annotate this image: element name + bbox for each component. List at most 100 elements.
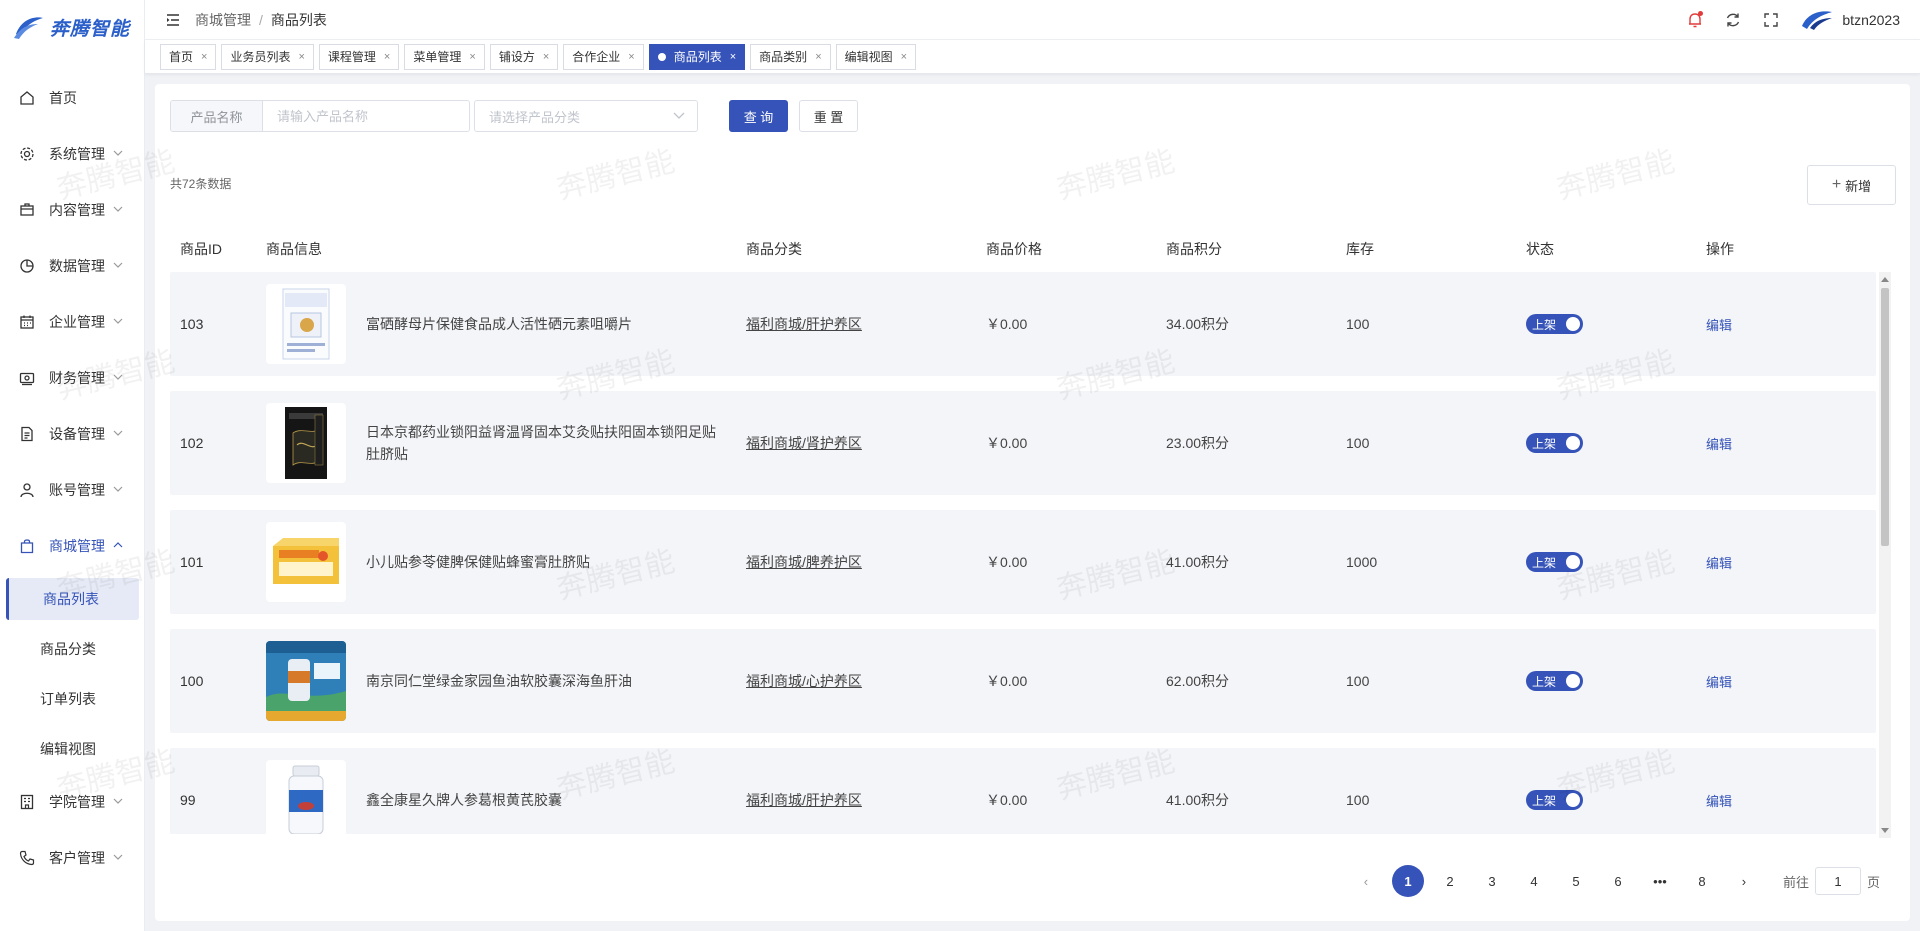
tag-label: 编辑视图 <box>844 50 893 64</box>
category-select-placeholder: 请选择产品分类 <box>489 109 581 125</box>
sidebar-subitem-product-category[interactable]: 商品分类 <box>0 624 145 674</box>
tag-partner-enterprise[interactable]: 合作企业 × <box>563 43 644 70</box>
tag-product-list[interactable]: 商品列表 × <box>648 43 746 70</box>
scroll-down-icon[interactable] <box>1881 828 1889 833</box>
tag-installer[interactable]: 铺设方 × <box>489 43 559 70</box>
page-jumper: 前往 页 <box>1783 867 1880 895</box>
product-category-link[interactable]: 福利商城/肝护养区 <box>746 314 862 334</box>
edit-link[interactable]: 编辑 <box>1706 553 1732 572</box>
close-icon[interactable]: × <box>815 51 821 63</box>
page-button[interactable]: 4 <box>1518 865 1550 897</box>
fullscreen-icon[interactable] <box>1762 11 1780 29</box>
sidebar-item-device[interactable]: 设备管理 <box>0 406 145 462</box>
product-category-link[interactable]: 福利商城/脾养护区 <box>746 552 862 572</box>
sidebar-item-enterprise[interactable]: 企业管理 <box>0 294 145 350</box>
scrollbar-thumb[interactable] <box>1881 288 1889 546</box>
page-button[interactable]: 6 <box>1602 865 1634 897</box>
sidebar-subitem-product-list[interactable]: 商品列表 <box>6 578 139 620</box>
close-icon[interactable]: × <box>201 51 207 63</box>
tag-home[interactable]: 首页 × <box>160 43 217 70</box>
username[interactable]: btzn2023 <box>1842 12 1900 28</box>
sidebar-item-mall[interactable]: 商城管理 <box>0 518 145 574</box>
scroll-up-icon[interactable] <box>1881 277 1889 282</box>
chevron-up-icon <box>113 542 123 548</box>
edit-link[interactable]: 编辑 <box>1706 791 1732 810</box>
column-header: 商品积分 <box>1166 241 1222 257</box>
sidebar: 奔腾智能 首页 系统管理 内容管理 数据管理 企业管理 财务管理 设备管理 账号… <box>0 0 145 931</box>
product-category-link[interactable]: 福利商城/肾护养区 <box>746 433 862 453</box>
sidebar-item-label: 数据管理 <box>49 258 105 274</box>
sidebar-subitem-edit-view[interactable]: 编辑视图 <box>0 724 145 774</box>
edit-link[interactable]: 编辑 <box>1706 315 1732 334</box>
close-icon[interactable]: × <box>628 51 634 63</box>
close-icon[interactable]: × <box>384 51 390 63</box>
tag-salesman-list[interactable]: 业务员列表 × <box>221 43 314 70</box>
product-thumbnail <box>266 403 346 483</box>
breadcrumb-item[interactable]: 商城管理 <box>195 10 251 30</box>
sidebar-item-data[interactable]: 数据管理 <box>0 238 145 294</box>
product-thumbnail <box>266 284 346 364</box>
category-select[interactable]: 请选择产品分类 <box>474 100 698 132</box>
page-button[interactable]: 8 <box>1686 865 1718 897</box>
sidebar-item-label: 企业管理 <box>49 314 105 330</box>
add-button[interactable]: + 新增 <box>1807 165 1896 205</box>
prev-page-icon[interactable]: ‹ <box>1350 865 1382 897</box>
page-button[interactable]: 3 <box>1476 865 1508 897</box>
sidebar-item-label: 客户管理 <box>49 850 105 866</box>
more-pages-button[interactable]: ••• <box>1644 865 1676 897</box>
close-icon[interactable]: × <box>298 51 304 63</box>
sidebar-item-account[interactable]: 账号管理 <box>0 462 145 518</box>
product-name: 富硒酵母片保健食品成人活性硒元素咀嚼片 <box>366 316 632 332</box>
tag-course-management[interactable]: 课程管理 × <box>318 43 400 70</box>
close-icon[interactable]: × <box>730 51 736 63</box>
product-category-link[interactable]: 福利商城/心护养区 <box>746 671 862 691</box>
product-name-input[interactable] <box>263 101 469 131</box>
page-button[interactable]: 5 <box>1560 865 1592 897</box>
edit-link[interactable]: 编辑 <box>1706 672 1732 691</box>
status-toggle[interactable]: 上架 <box>1526 433 1583 453</box>
sidebar-subitem-label: 商品分类 <box>40 641 96 657</box>
close-icon[interactable]: × <box>901 51 907 63</box>
sidebar-item-home[interactable]: 首页 <box>0 70 145 126</box>
sidebar-subitem-order-list[interactable]: 订单列表 <box>0 674 145 724</box>
avatar[interactable] <box>1800 9 1834 31</box>
page-button[interactable]: 2 <box>1434 865 1466 897</box>
sidebar-item-content[interactable]: 内容管理 <box>0 182 145 238</box>
goto-page-input[interactable] <box>1814 867 1861 895</box>
toggle-knob <box>1566 436 1580 450</box>
sidebar-item-customer[interactable]: 客户管理 <box>0 830 145 886</box>
page-button[interactable]: 1 <box>1391 865 1424 897</box>
sidebar-subitem-label: 订单列表 <box>40 691 96 707</box>
table-scrollbar[interactable] <box>1879 272 1891 838</box>
menu-fold-icon[interactable] <box>165 12 181 28</box>
tag-edit-view[interactable]: 编辑视图 × <box>835 43 917 70</box>
tags-view: 首页 × 业务员列表 × 课程管理 × 菜单管理 × 铺设方 × 合作企业 × 商品列表 × … <box>145 40 1920 74</box>
sidebar-item-label: 首页 <box>49 90 77 106</box>
close-icon[interactable]: × <box>469 51 475 63</box>
status-toggle[interactable]: 上架 <box>1526 314 1583 334</box>
status-toggle[interactable]: 上架 <box>1526 671 1583 691</box>
product-price: ￥0.00 <box>986 792 1028 808</box>
table-row: 100 南京同仁堂绿金家园鱼油软胶囊深海鱼肝油 福利商城/心护养区 ￥0.00 … <box>170 629 1876 733</box>
tag-menu-management[interactable]: 菜单管理 × <box>404 43 485 70</box>
status-toggle[interactable]: 上架 <box>1526 552 1583 572</box>
query-button[interactable]: 查 询 <box>729 100 788 132</box>
tag-label: 课程管理 <box>327 50 376 64</box>
edit-link[interactable]: 编辑 <box>1706 434 1732 453</box>
chevron-down-icon <box>113 798 123 804</box>
refresh-icon[interactable] <box>1724 11 1742 29</box>
add-button-label: 新增 <box>1845 178 1872 194</box>
status-toggle[interactable]: 上架 <box>1526 790 1583 810</box>
notification-bell-icon[interactable] <box>1686 11 1704 29</box>
close-icon[interactable]: × <box>543 51 549 63</box>
reset-button[interactable]: 重 置 <box>799 100 858 132</box>
next-page-icon[interactable]: › <box>1728 865 1760 897</box>
product-image <box>266 641 346 721</box>
sidebar-item-system[interactable]: 系统管理 <box>0 126 145 182</box>
product-category-link[interactable]: 福利商城/肝护养区 <box>746 790 862 810</box>
sidebar-item-label: 账号管理 <box>49 482 105 498</box>
plus-icon: + <box>1831 176 1842 193</box>
sidebar-item-finance[interactable]: 财务管理 <box>0 350 145 406</box>
sidebar-item-academy[interactable]: 学院管理 <box>0 774 145 830</box>
tag-product-type[interactable]: 商品类别 × <box>750 43 831 70</box>
